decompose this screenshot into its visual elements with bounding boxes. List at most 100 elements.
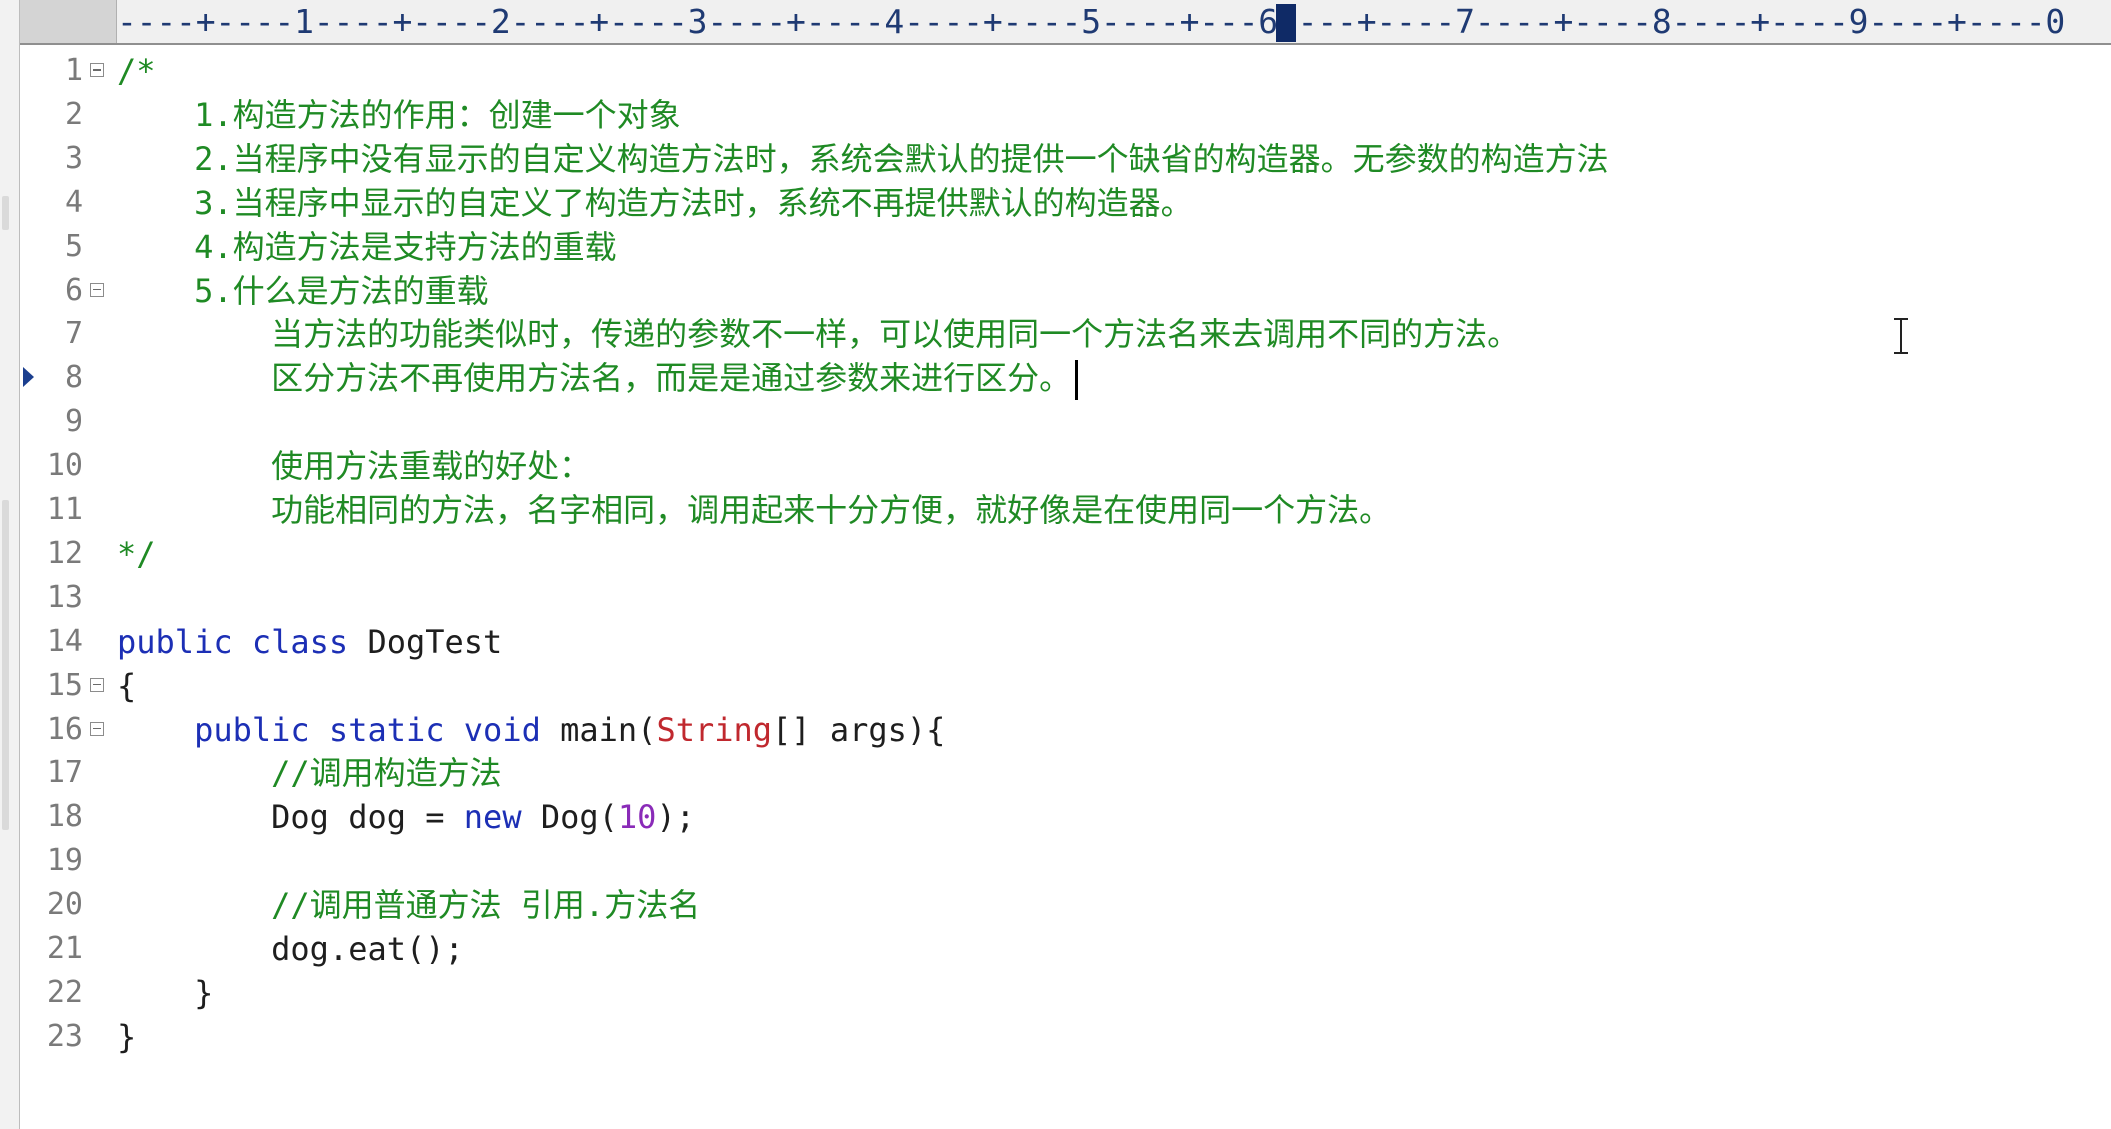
code-line[interactable]: 8 区分方法不再使用方法名，而是是通过参数来进行区分。 <box>20 356 2111 401</box>
code-line[interactable]: 3 2.当程序中没有显示的自定义构造方法时，系统会默认的提供一个缺省的构造器。无… <box>20 137 2111 181</box>
code-text: public class DogTest <box>117 620 502 664</box>
code-text: 使用方法重载的好处： <box>117 444 591 488</box>
fold-toggle-icon[interactable] <box>90 282 104 297</box>
code-line[interactable]: 9 <box>20 400 2111 444</box>
line-number: 16 <box>46 711 83 747</box>
code-line[interactable]: 21 dog.eat(); <box>20 927 2111 971</box>
code-token: } <box>117 973 214 1012</box>
line-number: 12 <box>46 535 83 571</box>
code-text: { <box>117 664 136 708</box>
code-line[interactable]: 23} <box>20 1015 2111 1059</box>
line-number: 15 <box>46 667 83 703</box>
line-number: 11 <box>46 492 83 527</box>
keyword-token: void <box>463 710 541 749</box>
keyword-token: public <box>194 710 310 749</box>
comment-token: 5.什么是方法的重载 <box>117 271 489 310</box>
code-line[interactable]: 17 //调用构造方法 <box>20 751 2111 795</box>
line-number: 20 <box>46 887 83 923</box>
line-number: 9 <box>64 404 83 440</box>
line-number: 23 <box>46 1018 83 1054</box>
number-token: 10 <box>617 798 657 837</box>
line-number: 17 <box>46 755 83 791</box>
code-text: 4.构造方法是支持方法的重载 <box>117 225 617 269</box>
code-line[interactable]: 20 //调用普通方法 引用.方法名 <box>20 883 2111 927</box>
fold-toggle-icon[interactable] <box>90 721 104 736</box>
comment-token: 当方法的功能类似时，传递的参数不一样，可以使用同一个方法名来去调用不同的方法。 <box>117 315 1520 354</box>
line-number: 14 <box>46 623 83 659</box>
comment-token: 4.构造方法是支持方法的重载 <box>117 227 617 266</box>
code-text: public static void main(String[] args){ <box>117 708 945 752</box>
mouse-ibeam-cursor-icon <box>1894 318 1908 354</box>
line-number: 6 <box>64 272 83 308</box>
code-token: main( <box>540 710 657 749</box>
fold-toggle-icon[interactable] <box>90 677 104 692</box>
line-number: 8 <box>64 360 83 396</box>
comment-token: 2.当程序中没有显示的自定义构造方法时，系统会默认的提供一个缺省的构造器。无参数… <box>117 139 1609 178</box>
code-line[interactable]: 5 4.构造方法是支持方法的重载 <box>20 225 2111 269</box>
code-text: 区分方法不再使用方法名，而是是通过参数来进行区分。 <box>117 356 1079 401</box>
code-line[interactable]: 1 /* <box>20 49 2111 93</box>
frame-scroll-thumb[interactable] <box>2 500 9 830</box>
code-text: Dog dog = new Dog(10); <box>117 795 695 839</box>
code-token: [] args){ <box>772 710 946 749</box>
code-line[interactable]: 4 3.当程序中显示的自定义了构造方法时，系统不再提供默认的构造器。 <box>20 181 2111 225</box>
code-line[interactable]: 2 1.构造方法的作用：创建一个对象 <box>20 93 2111 137</box>
code-text: 当方法的功能类似时，传递的参数不一样，可以使用同一个方法名来去调用不同的方法。 <box>117 312 1519 356</box>
ruler-column-marker <box>1276 4 1296 42</box>
code-text: } <box>117 1015 136 1059</box>
comment-token: 1.构造方法的作用：创建一个对象 <box>117 95 681 134</box>
code-text: //调用构造方法 <box>117 751 502 795</box>
type-token: String <box>656 710 773 749</box>
code-editor[interactable]: 1 /* 2 1.构造方法的作用：创建一个对象 3 2.当程序中没有显示的自定义构造方… <box>20 45 2111 1129</box>
line-number: 1 <box>64 53 83 88</box>
line-number: 19 <box>46 843 83 879</box>
line-number: 3 <box>64 140 83 176</box>
comment-token: /* <box>117 52 156 90</box>
ruler-scale: ----+----1----+----2----+----3----+----4… <box>117 2 2066 41</box>
code-line[interactable]: 15 { <box>20 664 2111 708</box>
code-token: } <box>117 1017 137 1056</box>
column-ruler[interactable]: ----+----1----+----2----+----3----+----4… <box>20 0 2111 45</box>
code-line[interactable]: 16 public static void main(String[] args… <box>20 708 2111 752</box>
code-line[interactable]: 6 5.什么是方法的重载 <box>20 269 2111 313</box>
fold-toggle-icon[interactable] <box>90 63 104 77</box>
code-line[interactable]: 14 public class DogTest <box>20 620 2111 664</box>
code-line[interactable]: 13 <box>20 576 2111 620</box>
code-text: 功能相同的方法，名字相同，调用起来十分方便，就好像是在使用同一个方法。 <box>117 488 1391 532</box>
code-line[interactable]: 22 } <box>20 971 2111 1015</box>
code-text: 2.当程序中没有显示的自定义构造方法时，系统会默认的提供一个缺省的构造器。无参数… <box>117 137 1609 181</box>
code-line[interactable]: 11 功能相同的方法，名字相同，调用起来十分方便，就好像是在使用同一个方法。 <box>20 488 2111 532</box>
code-text: } <box>117 971 213 1015</box>
code-text: dog.eat(); <box>117 927 464 971</box>
code-token: dog.eat(); <box>117 930 464 968</box>
line-number: 4 <box>64 184 83 220</box>
code-line[interactable]: 19 <box>20 839 2111 883</box>
line-number: 5 <box>64 228 83 264</box>
code-line[interactable]: 10 使用方法重载的好处： <box>20 444 2111 488</box>
text-caret <box>1075 360 1079 401</box>
code-text: 3.当程序中显示的自定义了构造方法时，系统不再提供默认的构造器。 <box>117 181 1193 225</box>
code-token: Dog( <box>521 798 618 837</box>
frame-grip <box>2 196 9 230</box>
comment-token: 3.当程序中显示的自定义了构造方法时，系统不再提供默认的构造器。 <box>117 183 1193 222</box>
code-line[interactable]: 7 当方法的功能类似时，传递的参数不一样，可以使用同一个方法名来去调用不同的方法… <box>20 312 2111 356</box>
comment-token: //调用普通方法 引用.方法名 <box>271 886 701 925</box>
line-number: 21 <box>46 931 83 966</box>
code-token: Dog dog = <box>117 798 464 837</box>
line-number: 22 <box>46 974 83 1010</box>
line-number: 18 <box>46 799 83 835</box>
comment-token: 区分方法不再使用方法名，而是是通过参数来进行区分。 <box>117 359 1072 398</box>
code-line[interactable]: 12 */ <box>20 532 2111 576</box>
line-number: 7 <box>64 316 83 352</box>
comment-token: 功能相同的方法，名字相同，调用起来十分方便，就好像是在使用同一个方法。 <box>117 491 1392 529</box>
code-text: //调用普通方法 引用.方法名 <box>117 883 700 927</box>
code-token: { <box>117 666 137 705</box>
code-text: 5.什么是方法的重载 <box>117 269 489 313</box>
code-line[interactable]: 18 Dog dog = new Dog(10); <box>20 795 2111 839</box>
